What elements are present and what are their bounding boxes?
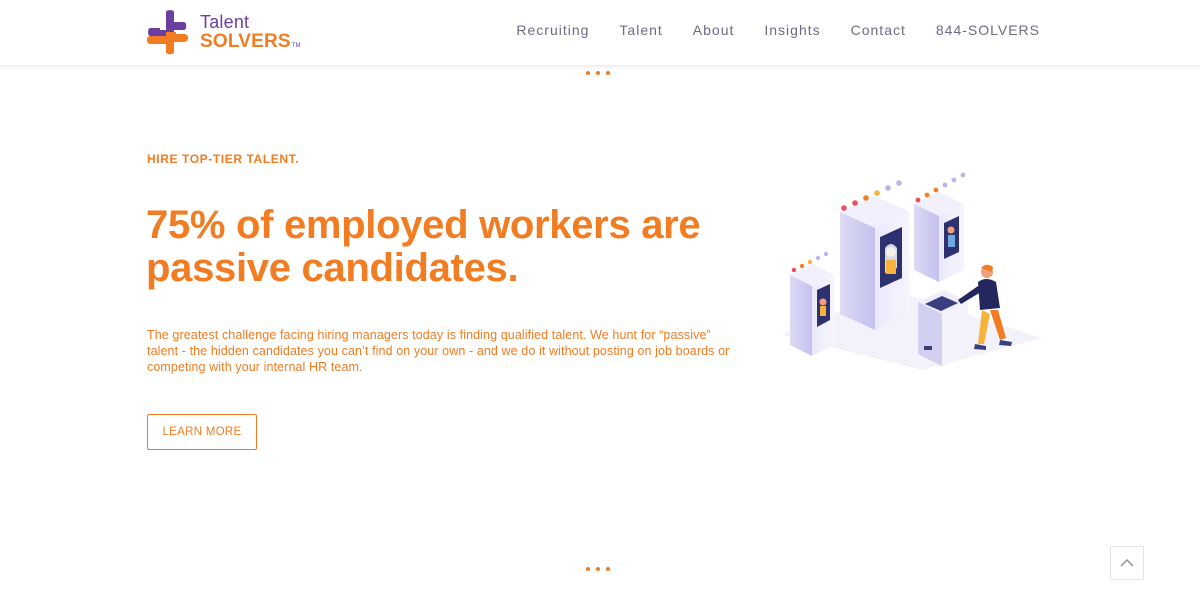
pillar-right (914, 172, 966, 282)
brand-name-line1: Talent (200, 12, 250, 32)
candidate-selection-illustration (782, 172, 1042, 370)
nav-item-phone[interactable]: 844-SOLVERS (936, 22, 1040, 38)
divider-dot (606, 71, 610, 75)
hero-eyebrow: HIRE TOP-TIER TALENT. (147, 152, 300, 166)
cross-logo-icon (147, 10, 189, 55)
page: Talent SOLVERSTM Recruiting Talent About… (0, 0, 1200, 591)
section-divider-bottom (586, 567, 610, 571)
nav-item-contact[interactable]: Contact (851, 22, 906, 38)
divider-dot (586, 567, 590, 571)
brand-wordmark: Talent SOLVERSTM (200, 13, 300, 51)
brand-logo[interactable]: Talent SOLVERSTM (146, 8, 306, 56)
section-divider-top (586, 71, 610, 75)
nav-item-insights[interactable]: Insights (764, 22, 820, 38)
main-nav: Recruiting Talent About Insights Contact… (486, 22, 1040, 38)
brand-trademark: TM (291, 43, 301, 49)
scroll-to-top-button[interactable] (1110, 546, 1144, 580)
divider-dot (596, 71, 600, 75)
divider-dot (606, 567, 610, 571)
site-header: Talent SOLVERSTM Recruiting Talent About… (0, 0, 1200, 66)
hero-headline-line1: 75% of employed workers are (146, 203, 701, 247)
pillar-left (790, 251, 834, 356)
hero-body: The greatest challenge facing hiring man… (147, 328, 730, 374)
divider-dot (596, 567, 600, 571)
hero-headline-line2: passive candidates. (146, 246, 519, 290)
brand-name-line2: SOLVERS (200, 31, 291, 52)
pillar-center (840, 180, 910, 330)
learn-more-button[interactable]: LEARN MORE (147, 414, 257, 450)
chevron-up-icon (1120, 559, 1134, 567)
nav-item-recruiting[interactable]: Recruiting (516, 22, 589, 38)
divider-dot (586, 71, 590, 75)
nav-item-about[interactable]: About (693, 22, 735, 38)
hero-headline: 75% of employed workers are passive cand… (146, 204, 746, 290)
nav-item-talent[interactable]: Talent (619, 22, 662, 38)
